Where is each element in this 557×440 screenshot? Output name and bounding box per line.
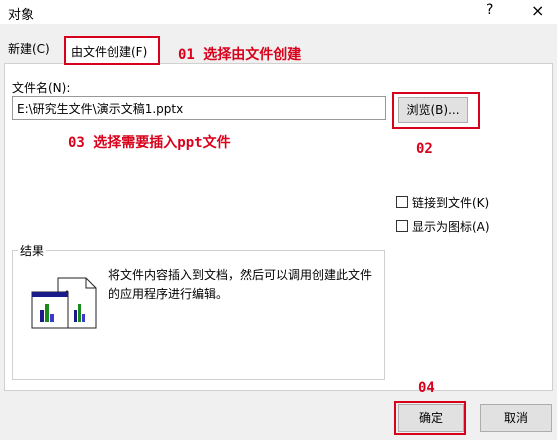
tab-create-new[interactable]: 新建(C) (8, 40, 50, 57)
file-path-input[interactable] (12, 96, 386, 120)
window-title: 对象 (8, 8, 35, 23)
help-icon[interactable]: ? (486, 2, 493, 18)
annotation-step-04: 04 (418, 380, 435, 396)
insert-file-icon (30, 276, 102, 334)
annotation-step-02: 02 (416, 141, 433, 157)
title-bar (0, 0, 557, 24)
annotation-box-tab (64, 36, 160, 65)
cancel-button[interactable]: 取消 (480, 404, 552, 432)
display-as-icon-label: 显示为图标(A) (412, 220, 490, 234)
annotation-step-01: 01 选择由文件创建 (178, 47, 302, 63)
annotation-step-03: 03 选择需要插入ppt文件 (68, 135, 231, 151)
file-name-label: 文件名(N): (12, 81, 71, 95)
close-icon[interactable]: × (531, 1, 544, 20)
link-to-file-label: 链接到文件(K) (412, 196, 490, 210)
annotation-box-ok (394, 401, 466, 435)
result-description: 将文件内容插入到文档，然后可以调用创建此文件的应用程序进行编辑。 (108, 268, 373, 301)
annotation-box-browse (392, 92, 480, 129)
result-label: 结果 (18, 242, 47, 259)
link-to-file-checkbox[interactable] (396, 196, 408, 208)
display-as-icon-checkbox[interactable] (396, 220, 408, 232)
